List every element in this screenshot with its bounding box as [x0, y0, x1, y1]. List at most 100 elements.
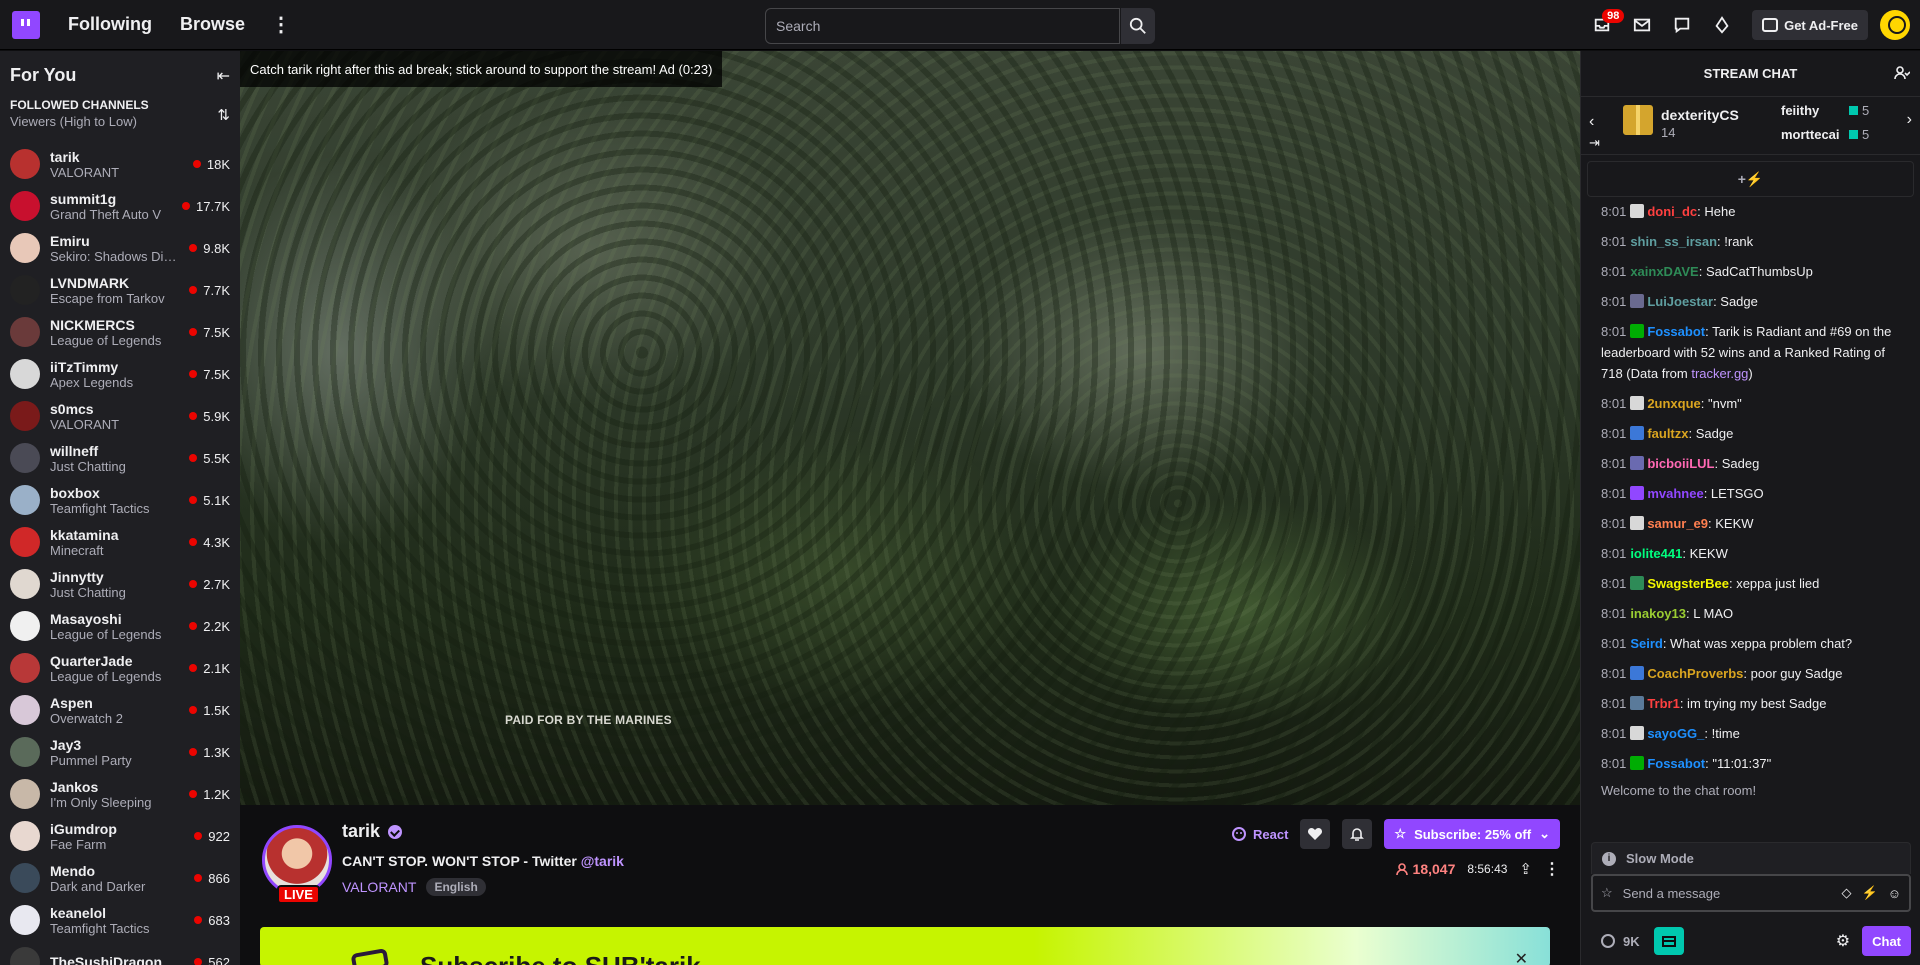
chat-username[interactable]: samur_e9	[1647, 516, 1708, 531]
nav-following[interactable]: Following	[68, 14, 152, 35]
leaderboard-prev-icon[interactable]: ‹	[1589, 113, 1594, 131]
chat-badge-icon[interactable]	[1630, 576, 1645, 590]
chat-input[interactable]	[1612, 885, 1842, 901]
chat-badge-icon[interactable]	[1630, 294, 1645, 308]
chat-badge-icon[interactable]	[1630, 666, 1645, 680]
language-tag[interactable]: English	[426, 878, 486, 896]
channel-points[interactable]: 9K	[1601, 934, 1640, 949]
chat-badge-icon[interactable]	[1630, 456, 1645, 470]
chat-username[interactable]: Fossabot	[1647, 756, 1705, 771]
twitch-logo-icon[interactable]	[12, 10, 40, 39]
bits-diamond-icon[interactable]: ◇	[1842, 885, 1852, 901]
chat-badge-icon[interactable]	[1630, 756, 1645, 770]
sidebar-channel-item[interactable]: boxbox Teamfight Tactics 5.1K	[0, 479, 240, 521]
sidebar-channel-item[interactable]: summit1g Grand Theft Auto V 17.7K	[0, 185, 240, 227]
sidebar-channel-item[interactable]: tarik VALORANT 18K	[0, 143, 240, 185]
chat-badge-icon[interactable]	[1630, 696, 1645, 710]
channel-viewers: 2.7K	[203, 576, 230, 592]
search-input[interactable]	[765, 8, 1120, 44]
message-link[interactable]: tracker.gg	[1691, 366, 1748, 381]
more-options-icon[interactable]: ⋮	[1544, 859, 1560, 879]
chat-username[interactable]: Fossabot	[1647, 324, 1705, 339]
sidebar-channel-item[interactable]: LVNDMARK Escape from Tarkov 7.7K	[0, 269, 240, 311]
message-text: : Sadge	[1688, 426, 1734, 441]
chat-username[interactable]: inakoy13	[1630, 606, 1686, 621]
sort-icon[interactable]: ⇅	[217, 106, 230, 129]
chat-badge-icon[interactable]	[1630, 726, 1645, 740]
collapse-chat-icon[interactable]: ⇥	[1589, 135, 1600, 151]
power-ups-icon[interactable]: ⚡	[1862, 885, 1878, 901]
chat-send-button[interactable]: Chat	[1862, 926, 1911, 956]
channel-viewers: 683	[208, 912, 230, 928]
sidebar-channel-item[interactable]: willneff Just Chatting 5.5K	[0, 437, 240, 479]
viewer-count: 18,047	[1395, 861, 1455, 877]
sidebar-channel-item[interactable]: Jankos I'm Only Sleeping 1.2K	[0, 773, 240, 815]
chat-username[interactable]: bicboiiLUL	[1647, 456, 1714, 471]
chat-username[interactable]: CoachProverbs	[1647, 666, 1743, 681]
chat-username[interactable]: SwagsterBee	[1647, 576, 1729, 591]
sidebar-channel-item[interactable]: kkatamina Minecraft 4.3K	[0, 521, 240, 563]
sidebar-channel-item[interactable]: Aspen Overwatch 2 1.5K	[0, 689, 240, 731]
nav-browse[interactable]: Browse	[180, 14, 245, 35]
chat-username[interactable]: 2unxque	[1647, 396, 1700, 411]
emote-picker-icon[interactable]: ☺	[1888, 886, 1901, 901]
chat-username[interactable]: xainxDAVE	[1630, 264, 1698, 279]
share-icon[interactable]: ⇪	[1519, 860, 1532, 878]
search-button[interactable]	[1121, 8, 1155, 44]
whispers-button[interactable]	[1624, 7, 1660, 43]
chat-badge-icon[interactable]	[1630, 516, 1645, 530]
close-promo-icon[interactable]: ✕	[1515, 949, 1528, 965]
chat-badge-icon[interactable]	[1630, 426, 1645, 440]
sidebar-channel-item[interactable]: iiTzTimmy Apex Legends 7.5K	[0, 353, 240, 395]
chat-username[interactable]: shin_ss_irsan	[1630, 234, 1717, 249]
notification-bell-button[interactable]	[1342, 819, 1373, 849]
badge-picker-icon[interactable]: ☆	[1601, 885, 1613, 901]
sidebar-channel-item[interactable]: Jinnytty Just Chatting 2.7K	[0, 563, 240, 605]
react-button[interactable]: React	[1231, 826, 1288, 842]
sidebar-channel-item[interactable]: QuarterJade League of Legends 2.1K	[0, 647, 240, 689]
sidebar-channel-item[interactable]: Mendo Dark and Darker 866	[0, 857, 240, 899]
chat-username[interactable]: Trbr1	[1647, 696, 1680, 711]
video-player[interactable]: Catch tarik right after this ad break; s…	[240, 51, 1580, 805]
subscribe-button[interactable]: ☆ Subscribe: 25% off ⌄	[1384, 819, 1560, 849]
chat-badge-icon[interactable]	[1630, 396, 1645, 410]
chat-username[interactable]: mvahnee	[1647, 486, 1703, 501]
category-link[interactable]: VALORANT	[342, 879, 416, 895]
chat-username[interactable]: LuiJoestar	[1647, 294, 1713, 309]
chat-username[interactable]: faultzx	[1647, 426, 1688, 441]
chat-username[interactable]: Seird	[1630, 636, 1663, 651]
sidebar-channel-item[interactable]: NICKMERCS League of Legends 7.5K	[0, 311, 240, 353]
bits-bar[interactable]: +⚡	[1587, 161, 1914, 197]
get-ad-free-button[interactable]: Get Ad-Free	[1752, 10, 1868, 40]
follow-button[interactable]	[1300, 819, 1331, 849]
sidebar-channel-item[interactable]: TheSushiDragon 562	[0, 941, 240, 965]
sidebar-channel-item[interactable]: s0mcs VALORANT 5.9K	[0, 395, 240, 437]
sidebar-channel-item[interactable]: EmiruSekiro: Shadows Die Twice 9.8K	[0, 227, 240, 269]
channel-avatar	[10, 401, 40, 431]
chat-badge-icon[interactable]	[1630, 204, 1645, 218]
chat-username[interactable]: doni_dc	[1647, 204, 1697, 219]
chat-bubble-button[interactable]	[1664, 7, 1700, 43]
channel-viewers: 7.5K	[203, 324, 230, 340]
chat-settings-gear-icon[interactable]: ⚙	[1836, 931, 1850, 951]
more-menu-icon[interactable]: ⋮	[271, 12, 291, 37]
collapse-sidebar-icon[interactable]: ⇤	[217, 66, 230, 86]
sidebar-channel-item[interactable]: Masayoshi League of Legends 2.2K	[0, 605, 240, 647]
claim-bonus-button[interactable]	[1653, 927, 1684, 955]
streamer-name[interactable]: tarik	[342, 821, 380, 842]
chat-username[interactable]: iolite441	[1630, 546, 1682, 561]
chat-badge-icon[interactable]	[1630, 324, 1645, 338]
sub-promo-banner[interactable]: Subscribe to SUB'tarik ✕	[260, 927, 1550, 965]
sidebar-channel-item[interactable]: Jay3 Pummel Party 1.3K	[0, 731, 240, 773]
sidebar-channel-item[interactable]: iGumdrop Fae Farm 922	[0, 815, 240, 857]
chat-username[interactable]: sayoGG_	[1647, 726, 1704, 741]
chat-badge-icon[interactable]	[1630, 486, 1645, 500]
notifications-button[interactable]: 98	[1584, 7, 1625, 43]
sidebar-channel-item[interactable]: keanelol Teamfight Tactics 683	[0, 899, 240, 941]
live-dot-icon	[189, 244, 198, 252]
community-icon[interactable]	[1894, 65, 1911, 84]
user-avatar[interactable]	[1880, 10, 1910, 40]
leaderboard-next-icon[interactable]: ›	[1907, 111, 1912, 129]
bits-button[interactable]	[1704, 7, 1740, 43]
twitter-handle-link[interactable]: @tarik	[581, 853, 624, 869]
